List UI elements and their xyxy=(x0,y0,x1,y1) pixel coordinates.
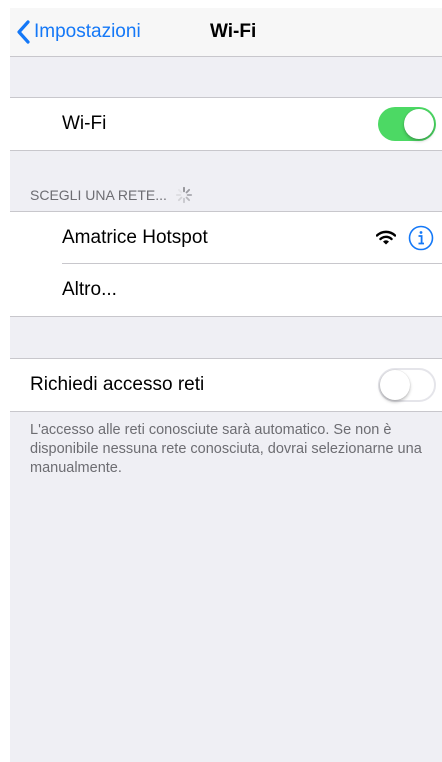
network-name: Amatrice Hotspot xyxy=(62,227,208,248)
back-button[interactable]: Impostazioni xyxy=(16,8,141,56)
ask-to-join-toggle[interactable] xyxy=(378,368,436,402)
toggle-knob xyxy=(380,370,410,400)
wifi-signal-icon xyxy=(376,230,396,245)
wifi-row: Wi-Fi xyxy=(10,98,442,150)
ask-to-join-label: Richiedi accesso reti xyxy=(30,374,205,395)
wifi-settings-screen: Impostazioni Wi-Fi Wi-Fi SCEGLI UNA RETE… xyxy=(10,8,442,762)
back-button-label: Impostazioni xyxy=(34,21,141,42)
other-network-label: Altro... xyxy=(62,279,117,300)
toggle-knob xyxy=(404,109,434,139)
network-row[interactable]: Amatrice Hotspot xyxy=(10,212,442,264)
networks-header-label: SCEGLI UNA RETE... xyxy=(30,187,167,203)
ask-to-join-group: Richiedi accesso reti xyxy=(10,358,442,412)
networks-section-header: SCEGLI UNA RETE... xyxy=(30,186,193,204)
chevron-left-icon xyxy=(17,20,30,44)
wifi-toggle-group: Wi-Fi xyxy=(10,97,442,151)
loading-spinner-icon xyxy=(175,186,193,204)
navigation-bar: Impostazioni Wi-Fi xyxy=(10,8,442,57)
page-title: Wi-Fi xyxy=(210,21,257,42)
info-icon[interactable] xyxy=(408,225,434,251)
other-network-row[interactable]: Altro... xyxy=(10,264,442,316)
wifi-label: Wi-Fi xyxy=(62,113,107,134)
wifi-toggle[interactable] xyxy=(378,107,436,141)
ask-to-join-footer: L'accesso alle reti conosciute sarà auto… xyxy=(30,422,422,476)
networks-list: Amatrice Hotspot Altro... xyxy=(10,211,442,317)
ask-to-join-row: Richiedi accesso reti xyxy=(10,359,442,411)
